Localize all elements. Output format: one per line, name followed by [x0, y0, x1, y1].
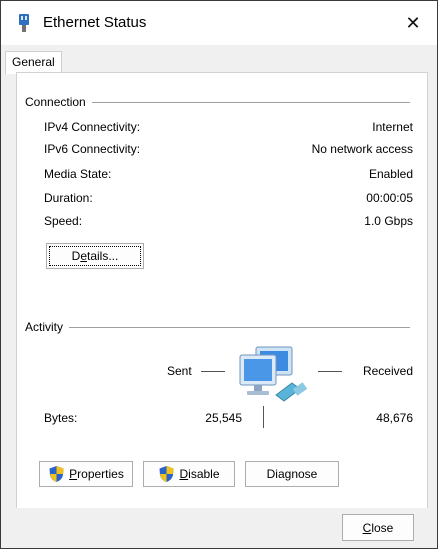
diagnose-button[interactable]: Diagnose — [245, 461, 339, 487]
bytes-label: Bytes: — [44, 411, 78, 425]
details-button[interactable]: Details... — [46, 243, 144, 269]
close-button[interactable]: Close — [342, 514, 414, 541]
ethernet-status-window: Ethernet Status ✕ General Connection IPv… — [0, 0, 438, 549]
media-state-value: Enabled — [368, 167, 413, 181]
window-title: Ethernet Status — [43, 14, 147, 31]
disable-button[interactable]: Disable — [143, 461, 235, 487]
network-adapter-icon — [19, 14, 29, 32]
network-computers-icon — [239, 346, 308, 402]
close-icon: ✕ — [405, 12, 421, 33]
sent-line — [201, 371, 225, 372]
ipv4-value: Internet — [372, 120, 413, 134]
speed-label: Speed: — [44, 214, 83, 228]
activity-group-label: Activity — [25, 320, 70, 334]
media-state-label: Media State: — [44, 167, 112, 181]
bytes-sent-value: 25,545 — [205, 411, 242, 425]
duration-value: 00:00:05 — [366, 191, 413, 205]
properties-label: Properties — [69, 467, 124, 481]
sent-label: Sent — [167, 364, 192, 378]
activity-divider — [263, 406, 264, 428]
bytes-received-value: 48,676 — [376, 411, 413, 425]
title-bar: Ethernet Status ✕ — [1, 1, 437, 45]
diagnose-label: Diagnose — [266, 467, 318, 481]
ipv6-value: No network access — [311, 142, 413, 156]
details-label: Details... — [71, 249, 119, 263]
uac-shield-icon — [159, 466, 174, 482]
connection-group-label: Connection — [25, 95, 92, 109]
dialog-footer: Close — [1, 508, 437, 548]
ipv6-label: IPv6 Connectivity: — [44, 142, 141, 156]
speed-value: 1.0 Gbps — [364, 214, 413, 228]
properties-button[interactable]: Properties — [39, 461, 133, 487]
general-panel: Connection IPv4 Connectivity: Internet I… — [16, 72, 428, 509]
tab-general[interactable]: General — [5, 51, 62, 74]
activity-group-divider — [25, 327, 410, 328]
ipv4-label: IPv4 Connectivity: — [44, 120, 141, 134]
uac-shield-icon — [49, 466, 64, 482]
received-label: Received — [362, 364, 413, 378]
duration-label: Duration: — [44, 191, 93, 205]
close-label: Close — [362, 520, 394, 535]
tab-strip: General — [1, 45, 437, 74]
close-window-button[interactable]: ✕ — [399, 9, 427, 37]
received-line — [318, 371, 342, 372]
disable-label: Disable — [179, 467, 220, 481]
